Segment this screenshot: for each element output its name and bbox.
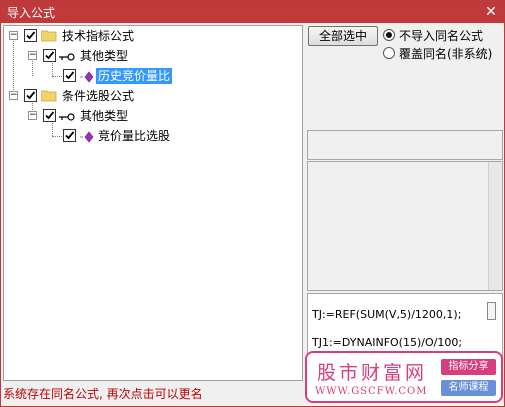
expander-button[interactable]: − — [9, 91, 18, 100]
formula-tree: − 技术指标公式 − 其他类型 历史竞价量比 − 条件选股公式 − 其他类型 竞… — [3, 25, 303, 381]
checkmark-icon — [26, 31, 36, 40]
tree-connector — [13, 38, 14, 96]
options-panel: 全部选中 不导入同名公式 覆盖同名(非系统) TJ:=REF(SUM(V,5)/… — [306, 25, 504, 381]
tree-node-label[interactable]: 竞价量比选股 — [96, 128, 172, 144]
expander-button[interactable]: − — [28, 111, 37, 120]
expander-button[interactable]: − — [9, 31, 18, 40]
folder-icon — [41, 30, 57, 42]
formula-gem-icon — [80, 131, 94, 143]
code-line: TJ1:=DYNAINFO(15)/O/100; — [312, 336, 463, 349]
radio-label: 覆盖同名(非系统) — [399, 47, 493, 61]
tree-node-label[interactable]: 其他类型 — [78, 108, 130, 124]
expander-button[interactable]: − — [28, 51, 37, 60]
radio-skip-duplicates[interactable] — [383, 29, 395, 41]
key-icon — [59, 53, 75, 61]
checkbox-other-type[interactable] — [43, 49, 56, 62]
tree-connector — [52, 120, 53, 136]
folder-icon — [41, 90, 57, 102]
code-line: TJ:=REF(SUM(V,5)/1200,1); — [312, 308, 462, 321]
close-button[interactable]: ✕ — [482, 3, 500, 21]
watermark-tag: 名师课程 — [441, 380, 496, 396]
tree-node-label[interactable]: 条件选股公式 — [60, 88, 136, 104]
import-formula-dialog: 导入公式 ✕ − 技术指标公式 − 其他类型 历史竞价量比 − 条件选股公式 −… — [0, 0, 505, 407]
key-icon — [59, 113, 75, 121]
scroll-thumb[interactable] — [487, 302, 496, 320]
vertical-scrollbar[interactable] — [488, 162, 502, 290]
tree-node-label[interactable]: 其他类型 — [78, 48, 130, 64]
tree-connector — [52, 60, 53, 76]
description-area[interactable] — [307, 161, 503, 291]
checkmark-icon — [45, 111, 55, 120]
checkbox-technical-formula[interactable] — [24, 29, 37, 42]
tree-connector — [32, 58, 33, 76]
checkbox-stock-selection-formula[interactable] — [24, 89, 37, 102]
select-all-button[interactable]: 全部选中 — [308, 26, 378, 46]
checkmark-icon — [65, 131, 75, 140]
checkmark-icon — [65, 71, 75, 80]
watermark-brand: 股市财富网 — [317, 362, 428, 384]
checkmark-icon — [45, 51, 55, 60]
checkbox-other-type[interactable] — [43, 109, 56, 122]
info-field — [307, 130, 503, 160]
radio-label: 不导入同名公式 — [399, 29, 484, 43]
checkbox-history-auction-ratio[interactable] — [63, 69, 76, 82]
watermark-url: WWW.GSCFW.COM — [315, 386, 428, 397]
checkbox-auction-ratio-selection[interactable] — [63, 129, 76, 142]
title-bar: 导入公式 ✕ — [1, 1, 504, 23]
watermark-tag: 指标分享 — [441, 359, 496, 375]
window-title: 导入公式 — [7, 6, 56, 20]
checkmark-icon — [26, 91, 36, 100]
watermark-logo: 股市财富网 WWW.GSCFW.COM 指标分享 名师课程 — [305, 351, 503, 403]
formula-gem-icon — [80, 71, 94, 83]
radio-overwrite-duplicates[interactable] — [383, 47, 395, 59]
status-message: 系统存在同名公式, 再次点击可以更名 — [3, 387, 203, 401]
tree-node-label[interactable]: 技术指标公式 — [60, 28, 136, 44]
tree-node-label-selected[interactable]: 历史竞价量比 — [96, 68, 173, 84]
